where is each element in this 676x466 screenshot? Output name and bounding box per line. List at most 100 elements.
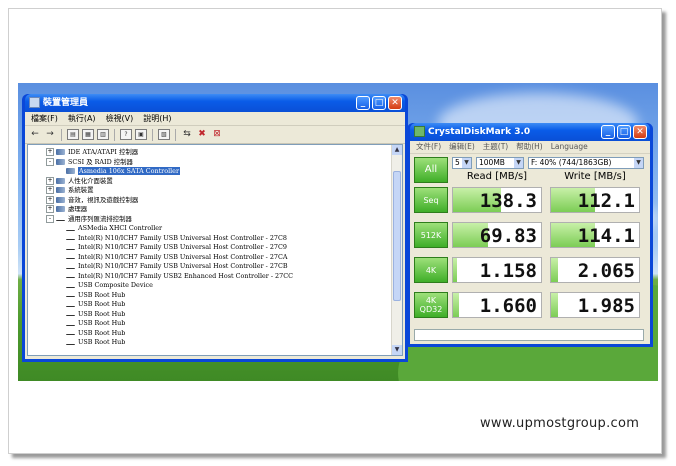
tree-item-label: Intel(R) N10/ICH7 Family USB Universal H… bbox=[78, 262, 288, 270]
status-comment-box[interactable] bbox=[414, 329, 644, 341]
chevron-down-icon: ▼ bbox=[462, 158, 471, 168]
expand-icon[interactable]: + bbox=[46, 186, 54, 194]
read-result-cell: 69.83 bbox=[452, 222, 542, 248]
tree-item-label: 通用序列匯流排控制器 bbox=[68, 214, 132, 223]
expand-icon[interactable]: + bbox=[46, 205, 54, 213]
tree-item[interactable]: Intel(R) N10/ICH7 Family USB Universal H… bbox=[66, 243, 287, 252]
disable-device-icon[interactable]: ✖ bbox=[196, 129, 208, 140]
menu-help[interactable]: 說明(H) bbox=[143, 112, 171, 125]
update-driver-icon[interactable]: ⇆ bbox=[181, 129, 193, 140]
device-tree[interactable]: ▲ ▼ + IDE ATA/ATAPI 控制器 - SCSI 及 RAID 控制器 As… bbox=[27, 144, 403, 356]
cdm-app-icon bbox=[414, 126, 425, 137]
tree-item[interactable]: + 音效，視訊及遊戲控制器 bbox=[46, 195, 138, 205]
tree-item[interactable]: Asmedia 106x SATA Controller bbox=[66, 167, 180, 176]
uninstall-device-icon[interactable]: ⊠ bbox=[211, 129, 223, 140]
tree-item[interactable]: USB Root Hub bbox=[66, 291, 125, 300]
test-button[interactable]: 4K QD32 bbox=[414, 292, 448, 318]
scan-hardware-icon[interactable]: ▧ bbox=[158, 129, 170, 140]
tree-item[interactable]: + 處理器 bbox=[46, 205, 87, 214]
maximize-button[interactable]: □ bbox=[372, 96, 386, 110]
close-button[interactable]: ✕ bbox=[388, 96, 402, 110]
read-value: 1.158 bbox=[479, 260, 537, 282]
tree-item[interactable]: + IDE ATA/ATAPI 控制器 bbox=[46, 148, 138, 157]
usb-icon bbox=[66, 245, 75, 250]
all-button[interactable]: All bbox=[414, 157, 448, 183]
device-manager-body: 檔案(F) 執行(A) 檢視(V) 說明(H) ← → ▤ ▦ ▥ ? ▣ ▧ … bbox=[25, 112, 405, 359]
tree-item[interactable]: + 系統裝置 bbox=[46, 186, 94, 195]
cdm-menu-edit[interactable]: 编辑(E) bbox=[449, 141, 475, 153]
controller-icon bbox=[56, 149, 65, 155]
tree-item[interactable]: USB Root Hub bbox=[66, 338, 125, 347]
tree-item[interactable]: USB Composite Device bbox=[66, 281, 153, 290]
tree-item[interactable]: ASMedia XHCI Controller bbox=[66, 224, 162, 233]
forward-arrow-icon[interactable]: → bbox=[44, 129, 56, 140]
test-button[interactable]: Seq bbox=[414, 187, 448, 213]
tree-item[interactable]: USB Root Hub bbox=[66, 300, 125, 309]
test-count-select[interactable]: 5 ▼ bbox=[452, 157, 472, 169]
expand-icon[interactable]: + bbox=[46, 148, 54, 156]
tree-item-label: Intel(R) N10/ICH7 Family USB Universal H… bbox=[78, 252, 288, 261]
menu-action[interactable]: 執行(A) bbox=[68, 112, 96, 125]
properties-icon[interactable]: ▦ bbox=[82, 129, 94, 140]
test-size-value: 100MB bbox=[479, 158, 505, 167]
usb-icon bbox=[66, 273, 75, 278]
cdm-minimize-button[interactable]: _ bbox=[601, 125, 615, 139]
tree-scrollbar[interactable]: ▲ ▼ bbox=[391, 145, 402, 355]
test-size-select[interactable]: 100MB ▼ bbox=[476, 157, 524, 169]
menu-bar: 檔案(F) 執行(A) 檢視(V) 說明(H) bbox=[25, 112, 405, 126]
tree-item[interactable]: Intel(R) N10/ICH7 Family USB Universal H… bbox=[66, 262, 288, 271]
tree-item[interactable]: USB Root Hub bbox=[66, 329, 125, 338]
cdm-close-button[interactable]: ✕ bbox=[633, 125, 647, 139]
usb-icon bbox=[66, 302, 75, 307]
cdm-menu-bar: 文件(F) 编辑(E) 主题(T) 帮助(H) Language bbox=[410, 141, 650, 154]
usb-icon bbox=[66, 254, 75, 259]
collapse-icon[interactable]: - bbox=[46, 157, 54, 166]
tree-item-label: USB Root Hub bbox=[78, 300, 126, 308]
scroll-thumb[interactable] bbox=[393, 171, 401, 301]
scroll-up-arrow-icon[interactable]: ▲ bbox=[392, 145, 402, 155]
tree-item-label: 人性化介面裝置 bbox=[68, 176, 113, 185]
scroll-down-arrow-icon[interactable]: ▼ bbox=[392, 345, 402, 355]
cdm-maximize-button[interactable]: □ bbox=[617, 125, 631, 139]
expand-icon[interactable]: + bbox=[46, 195, 54, 204]
drive-value: F: 40% (744/1863GB) bbox=[531, 158, 612, 167]
cdm-menu-theme[interactable]: 主题(T) bbox=[483, 141, 508, 153]
collapse-icon[interactable]: - bbox=[46, 214, 54, 223]
tree-item[interactable]: Intel(R) N10/ICH7 Family USB Universal H… bbox=[66, 253, 287, 262]
write-result-cell: 114.1 bbox=[550, 222, 640, 248]
tree-item[interactable]: USB Root Hub bbox=[66, 319, 125, 328]
cdm-menu-file[interactable]: 文件(F) bbox=[416, 141, 441, 153]
up-folder-icon[interactable]: ▤ bbox=[67, 129, 79, 140]
device-manager-titlebar[interactable]: 裝置管理員 _ □ ✕ bbox=[25, 94, 405, 112]
back-arrow-icon[interactable]: ← bbox=[29, 129, 41, 140]
tree-item[interactable]: - SCSI 及 RAID 控制器 bbox=[46, 157, 133, 167]
tree-item[interactable]: Intel(R) N10/ICH7 Family USB2 Enhanced H… bbox=[66, 272, 293, 281]
watermark-url: www.upmostgroup.com bbox=[480, 416, 640, 431]
test-button[interactable]: 512K bbox=[414, 222, 448, 248]
menu-view[interactable]: 檢視(V) bbox=[106, 112, 134, 125]
drive-select[interactable]: F: 40% (744/1863GB) ▼ bbox=[528, 157, 644, 169]
expand-icon[interactable]: + bbox=[46, 176, 54, 185]
tree-item-label: ASMedia XHCI Controller bbox=[78, 224, 163, 232]
print-icon[interactable]: ▥ bbox=[97, 129, 109, 140]
device-manager-title: 裝置管理員 bbox=[43, 98, 89, 108]
chevron-down-icon: ▼ bbox=[634, 158, 643, 168]
cdm-menu-language[interactable]: Language bbox=[551, 141, 588, 153]
tree-item[interactable]: Intel(R) N10/ICH7 Family USB Universal H… bbox=[66, 234, 287, 243]
cdm-menu-help[interactable]: 帮助(H) bbox=[516, 141, 543, 153]
tree-item[interactable]: + 人性化介面裝置 bbox=[46, 176, 113, 186]
tree-item[interactable]: - 通用序列匯流排控制器 bbox=[46, 214, 132, 224]
usb-icon bbox=[66, 264, 75, 269]
read-value: 69.83 bbox=[479, 225, 537, 247]
help-icon[interactable]: ? bbox=[120, 129, 132, 140]
show-hidden-icon[interactable]: ▣ bbox=[135, 129, 147, 140]
usb-icon bbox=[66, 311, 75, 316]
read-result-cell: 1.660 bbox=[452, 292, 542, 318]
device-manager-window: 裝置管理員 _ □ ✕ 檔案(F) 執行(A) 檢視(V) 說明(H) ← → … bbox=[22, 94, 408, 362]
minimize-button[interactable]: _ bbox=[356, 96, 370, 110]
cdm-titlebar[interactable]: CrystalDiskMark 3.0 _ □ ✕ bbox=[410, 123, 650, 141]
test-button[interactable]: 4K bbox=[414, 257, 448, 283]
tree-item[interactable]: USB Root Hub bbox=[66, 310, 125, 319]
menu-file[interactable]: 檔案(F) bbox=[31, 112, 58, 125]
sound-icon bbox=[56, 196, 65, 203]
